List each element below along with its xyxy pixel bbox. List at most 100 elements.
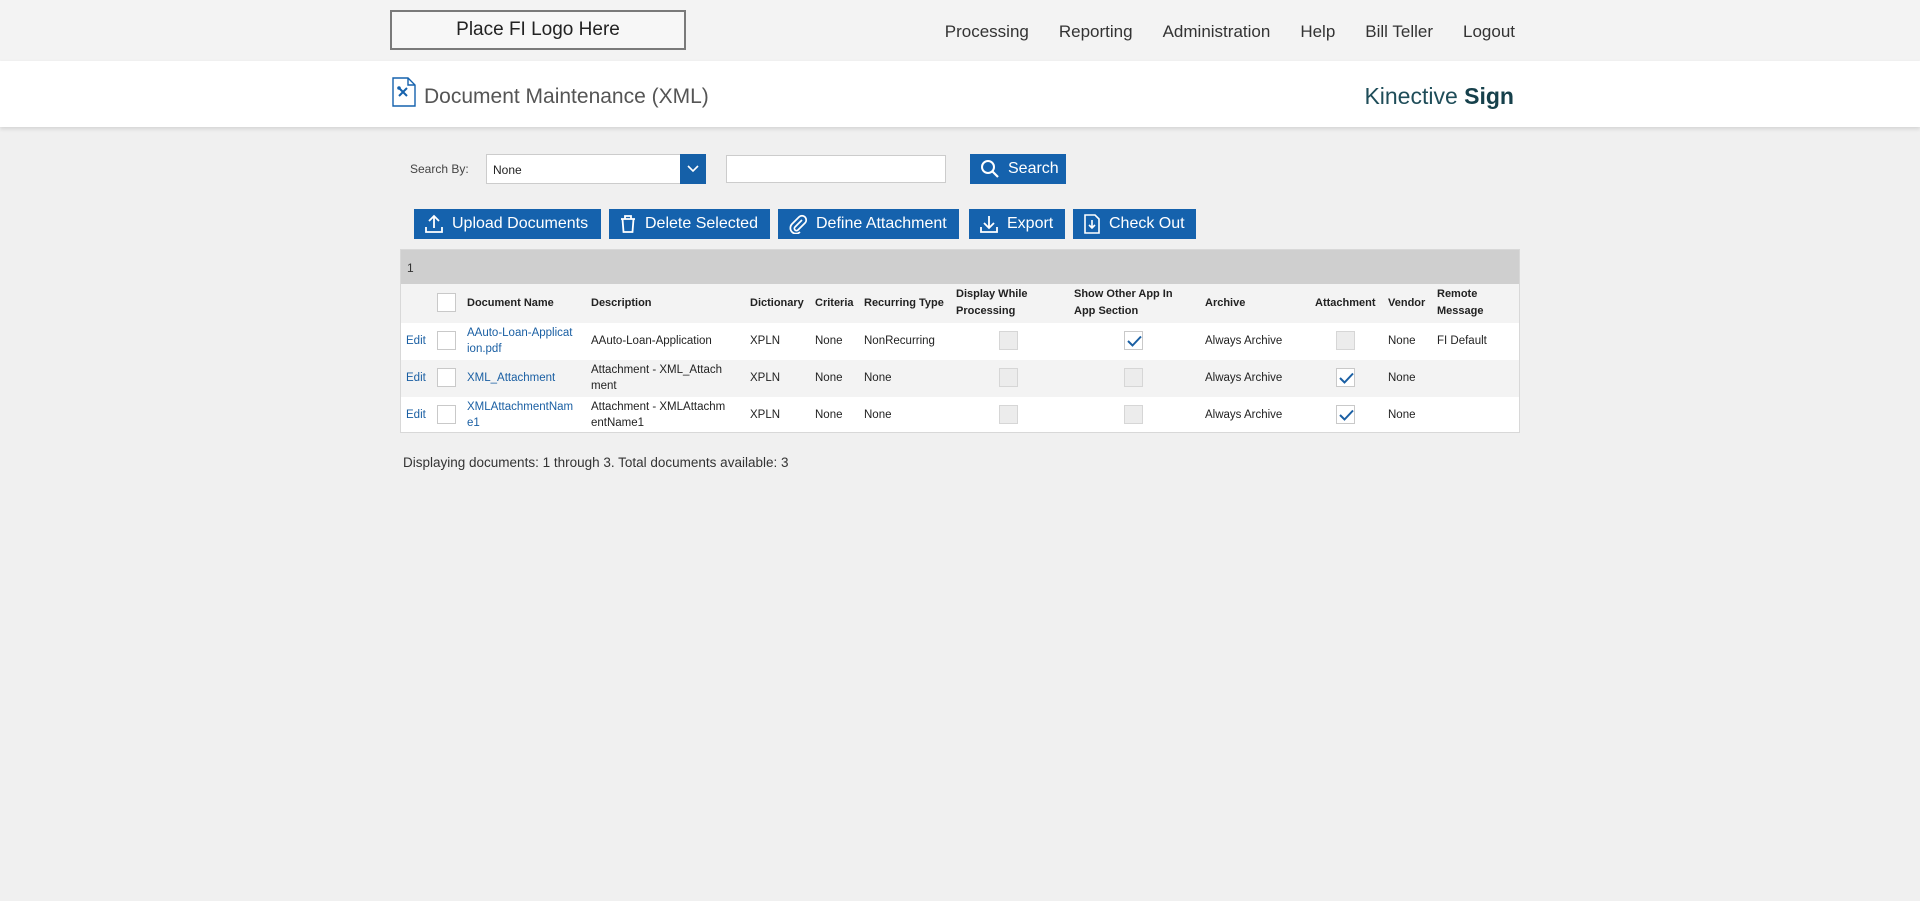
- show-other-app-checkbox: [1124, 405, 1143, 424]
- edit-link[interactable]: Edit: [406, 370, 426, 386]
- cell-line: Attachment - XML_Attach: [591, 364, 723, 376]
- checkmark-icon: [1127, 335, 1142, 347]
- criteria-cell: None: [815, 409, 843, 421]
- edit-link[interactable]: Edit: [406, 333, 426, 349]
- search-input[interactable]: [726, 155, 946, 183]
- edit-link[interactable]: Edit: [406, 407, 426, 423]
- header-description[interactable]: Description: [591, 295, 652, 312]
- table-header-row: Document Name Description Dictionary Cri…: [401, 284, 1519, 323]
- display-while-processing-checkbox: [999, 368, 1018, 387]
- dictionary-cell: XPLN: [750, 409, 781, 421]
- checkmark-icon: [1339, 409, 1354, 421]
- search-icon: [981, 160, 999, 178]
- vendor-cell: None: [1388, 409, 1416, 421]
- delete-selected-label: Delete Selected: [645, 215, 758, 232]
- page-number[interactable]: 1: [407, 261, 414, 275]
- cell-line: XMLAttachmentNam: [467, 401, 574, 413]
- header-display-line1: Display While: [956, 288, 1028, 300]
- file-download-icon: [1084, 214, 1100, 234]
- search-by-selected-value: None: [493, 163, 522, 177]
- checkmark-icon: [1339, 372, 1354, 384]
- remote-message-cell: FI Default: [1437, 335, 1487, 347]
- documents-table: 1 Document Name Description Dictionary C…: [400, 249, 1520, 433]
- description-cell: AAuto-Loan-Application: [591, 333, 741, 349]
- document-tools-icon: [392, 77, 416, 107]
- select-all-checkbox[interactable]: [437, 293, 456, 312]
- document-name-link[interactable]: XMLAttachmentNam e1: [467, 399, 587, 431]
- recurring-type-cell: None: [864, 409, 892, 421]
- criteria-cell: None: [815, 335, 843, 347]
- vendor-cell: None: [1388, 372, 1416, 384]
- dictionary-cell: XPLN: [750, 372, 781, 384]
- row-select-checkbox[interactable]: [437, 405, 456, 424]
- define-attachment-label: Define Attachment: [816, 215, 947, 232]
- header-display-while-processing[interactable]: Display While Processing: [956, 286, 1028, 320]
- table-row: Edit XMLAttachmentNam e1 Attachment - XMLAt…: [401, 397, 1519, 434]
- header-show-line2: App Section: [1074, 305, 1139, 317]
- display-while-processing-checkbox: [999, 405, 1018, 424]
- search-button-label: Search: [1008, 160, 1059, 177]
- chevron-down-icon[interactable]: [680, 154, 706, 184]
- search-button[interactable]: Search: [970, 154, 1066, 184]
- check-out-button[interactable]: Check Out: [1073, 209, 1196, 239]
- cell-line: ion.pdf: [467, 343, 502, 355]
- description-cell: Attachment - XML_Attachment: [591, 362, 741, 394]
- header-display-line2: Processing: [956, 305, 1016, 317]
- row-select-checkbox[interactable]: [437, 368, 456, 387]
- export-label: Export: [1007, 215, 1054, 232]
- nav-processing[interactable]: Processing: [945, 22, 1029, 42]
- header-show-other-app[interactable]: Show Other App In App Section: [1074, 286, 1173, 320]
- cell-line: entName1: [591, 417, 645, 429]
- nav-administration[interactable]: Administration: [1163, 22, 1271, 42]
- document-name-link[interactable]: XML_Attachment: [467, 370, 587, 386]
- trash-icon: [621, 215, 635, 233]
- header-recurring-type[interactable]: Recurring Type: [864, 295, 944, 312]
- header-archive[interactable]: Archive: [1205, 295, 1245, 312]
- header-criteria[interactable]: Criteria: [815, 295, 854, 312]
- header-remote-line2: Message: [1437, 305, 1484, 317]
- delete-selected-button[interactable]: Delete Selected: [609, 209, 770, 239]
- archive-cell: Always Archive: [1205, 409, 1283, 421]
- fi-logo-placeholder: Place FI Logo Here: [390, 10, 686, 50]
- archive-cell: Always Archive: [1205, 335, 1283, 347]
- document-name-link[interactable]: AAuto-Loan-Applicat ion.pdf: [467, 325, 587, 357]
- nav-help[interactable]: Help: [1300, 22, 1335, 42]
- upload-documents-label: Upload Documents: [452, 215, 589, 232]
- display-while-processing-checkbox: [999, 331, 1018, 350]
- header-dictionary[interactable]: Dictionary: [750, 295, 804, 312]
- header-attachment[interactable]: Attachment: [1315, 295, 1376, 312]
- archive-cell: Always Archive: [1205, 372, 1283, 384]
- show-other-app-checkbox: [1124, 368, 1143, 387]
- upload-icon: [425, 214, 443, 233]
- download-icon: [980, 216, 998, 233]
- check-out-label: Check Out: [1109, 215, 1185, 232]
- main-nav: Processing Reporting Administration Help…: [945, 22, 1515, 42]
- pager-bar: 1: [401, 250, 1519, 284]
- define-attachment-button[interactable]: Define Attachment: [778, 209, 959, 239]
- attachment-checkbox: [1336, 331, 1355, 350]
- recurring-type-cell: NonRecurring: [864, 335, 935, 347]
- brand-name-bold: Sign: [1464, 83, 1514, 109]
- dictionary-cell: XPLN: [750, 335, 781, 347]
- nav-reporting[interactable]: Reporting: [1059, 22, 1133, 42]
- row-select-checkbox[interactable]: [437, 331, 456, 350]
- brand-logo: Kinective Sign: [1364, 83, 1514, 110]
- vendor-cell: None: [1388, 335, 1416, 347]
- table-row: Edit AAuto-Loan-Applicat ion.pdf AAuto-Loan…: [401, 323, 1519, 360]
- nav-user-name[interactable]: Bill Teller: [1365, 22, 1433, 42]
- header-vendor[interactable]: Vendor: [1388, 295, 1425, 312]
- search-by-select[interactable]: None: [486, 154, 706, 184]
- cell-line: ment: [591, 380, 617, 392]
- brand-name-light: Kinective: [1364, 83, 1458, 109]
- upload-documents-button[interactable]: Upload Documents: [414, 209, 601, 239]
- page-title: Document Maintenance (XML): [424, 85, 709, 108]
- nav-logout[interactable]: Logout: [1463, 22, 1515, 42]
- header-remote-message[interactable]: Remote Message: [1437, 286, 1483, 320]
- search-by-label: Search By:: [410, 162, 469, 176]
- header-remote-line1: Remote: [1437, 288, 1478, 300]
- cell-line: AAuto-Loan-Applicat: [467, 327, 573, 339]
- criteria-cell: None: [815, 372, 843, 384]
- header-document-name[interactable]: Document Name: [467, 295, 554, 312]
- export-button[interactable]: Export: [969, 209, 1065, 239]
- recurring-type-cell: None: [864, 372, 892, 384]
